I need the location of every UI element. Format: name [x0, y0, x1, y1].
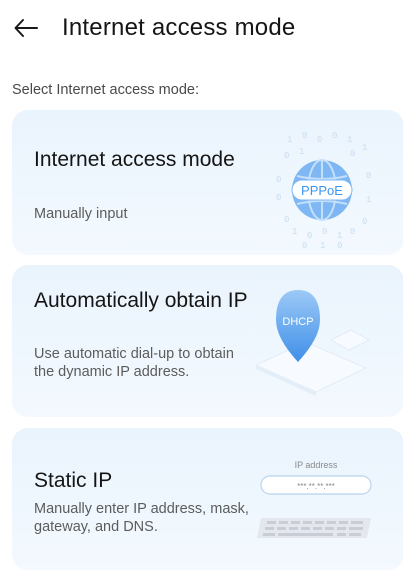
svg-text:1: 1 [362, 143, 367, 153]
ip-field-value: ***.**.**.*** [297, 482, 335, 491]
svg-text:0: 0 [302, 241, 307, 250]
svg-text:1: 1 [320, 241, 325, 250]
keyboard-icon: IP address ***.**.**.*** [257, 460, 372, 538]
card-description: Manually enter IP address, mask, gateway… [34, 501, 249, 535]
svg-text:1: 1 [292, 227, 297, 237]
svg-text:0: 0 [317, 135, 322, 145]
card-title: Automatically obtain IP [34, 289, 248, 312]
svg-text:1: 1 [337, 231, 342, 241]
pppoe-globe-icon: 10001 0 1 01 00 01 00 10010 010 PPPoE [276, 131, 371, 250]
svg-text:0: 0 [366, 171, 371, 181]
card-title: Static IP [34, 469, 113, 492]
svg-text:0: 0 [276, 175, 281, 185]
svg-text:0: 0 [302, 131, 307, 141]
svg-text:0: 0 [350, 149, 355, 159]
svg-text:0: 0 [307, 231, 312, 241]
card-description: Manually input [34, 206, 128, 222]
dhcp-option-card[interactable]: Automatically obtain IP Use automatic di… [12, 265, 403, 417]
svg-text:0: 0 [362, 217, 367, 227]
svg-text:1: 1 [287, 135, 292, 145]
page-title: Internet access mode [62, 14, 296, 41]
svg-text:0: 0 [332, 131, 337, 141]
card-description: Use automatic dial-up to obtain the dyna… [34, 346, 234, 380]
back-button[interactable] [9, 11, 43, 45]
static-ip-option-card[interactable]: Static IP Manually enter IP address, mas… [12, 428, 403, 570]
svg-text:0: 0 [284, 151, 289, 161]
pppoe-badge: PPPoE [301, 183, 343, 198]
card-title: Internet access mode [34, 148, 235, 171]
top-bar: Internet access mode [0, 0, 403, 60]
pppoe-option-card[interactable]: Internet access mode Manually input 1000… [12, 110, 403, 255]
svg-text:1: 1 [366, 195, 371, 205]
ip-field-label: IP address [295, 460, 338, 470]
svg-text:0: 0 [350, 227, 355, 237]
svg-text:0: 0 [322, 227, 327, 237]
svg-text:0: 0 [276, 193, 281, 203]
section-subtitle: Select Internet access mode: [12, 82, 199, 98]
arrow-left-icon [14, 19, 38, 37]
dhcp-badge: DHCP [282, 316, 313, 328]
svg-text:0: 0 [337, 241, 342, 250]
dhcp-pin-icon: DHCP [254, 290, 371, 396]
svg-text:1: 1 [299, 147, 304, 157]
svg-text:0: 0 [284, 215, 289, 225]
svg-text:1: 1 [347, 135, 352, 145]
